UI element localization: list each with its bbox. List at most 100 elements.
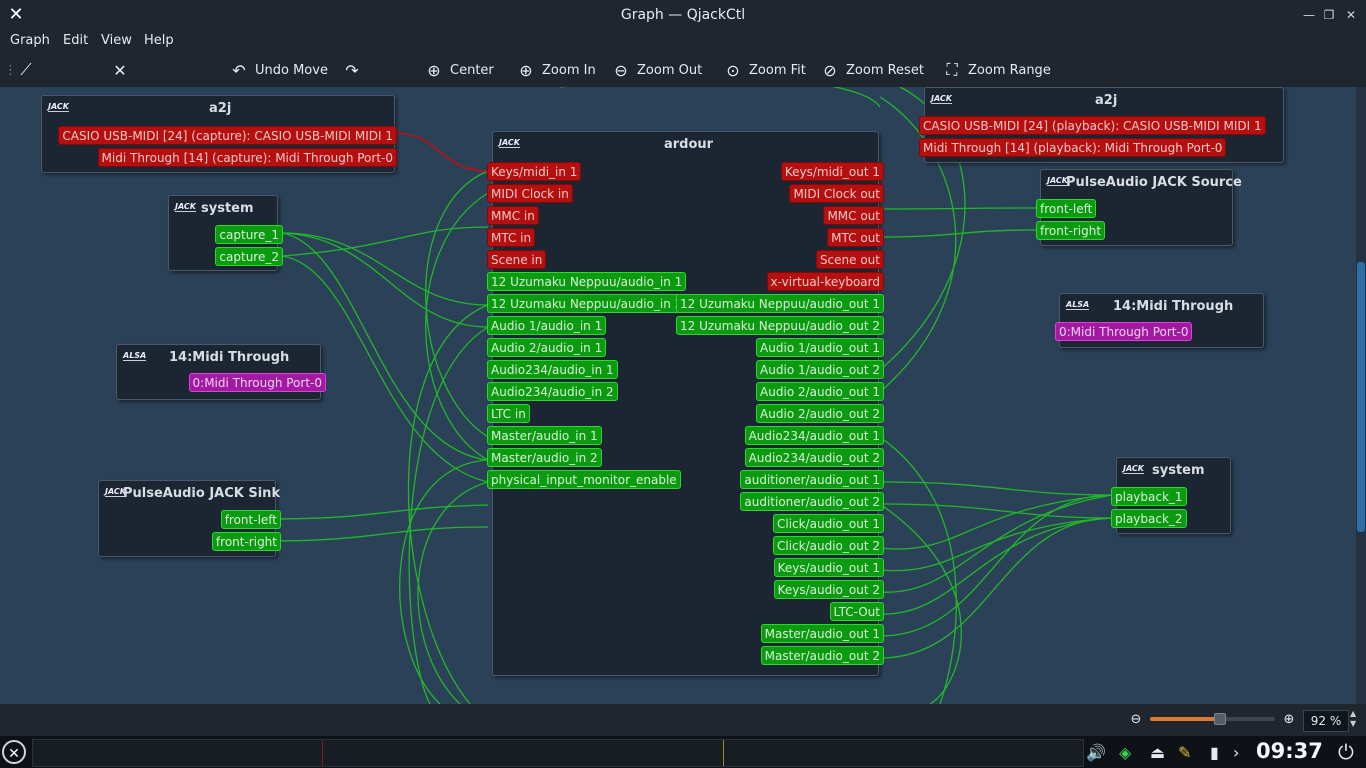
ardour-port-out[interactable]: Audio 1/audio_out 1 xyxy=(756,338,884,357)
node-alsa-midi-through-right[interactable]: ALSA 14:Midi Through 0:Midi Through Port-… xyxy=(1055,293,1264,348)
volume-icon[interactable]: 🔊 xyxy=(1086,743,1106,762)
port-in[interactable]: playback_2 xyxy=(1111,509,1187,528)
ardour-port-in[interactable]: Master/audio_in 1 xyxy=(487,426,602,445)
ardour-port-out[interactable]: Audio234/audio_out 2 xyxy=(744,448,884,467)
node-system-playback[interactable]: JACK system playback_1 playback_2 xyxy=(1111,457,1231,534)
node-title: a2j xyxy=(209,101,232,116)
zoom-in-icon[interactable]: ⊕ xyxy=(1280,712,1298,730)
port-out[interactable]: front-left xyxy=(220,510,281,529)
port-in[interactable]: front-right xyxy=(1036,221,1106,240)
port-out[interactable]: capture_2 xyxy=(215,247,283,266)
node-pulseaudio-sink[interactable]: JACK PulseAudio JACK Sink front-left fron… xyxy=(98,480,281,557)
close-icon[interactable]: ✕ xyxy=(1342,6,1360,24)
ardour-port-out[interactable]: MTC out xyxy=(827,228,884,247)
port-out[interactable]: capture_1 xyxy=(215,225,283,244)
ardour-port-in[interactable]: Audio234/audio_in 2 xyxy=(487,382,618,401)
ardour-port-out[interactable]: Keys/midi_out 1 xyxy=(780,162,884,181)
ardour-port-in[interactable]: 12 Uzumaku Neppuu/audio_in 1 xyxy=(487,272,687,291)
port-in[interactable]: 0:Midi Through Port-0 xyxy=(1055,322,1193,341)
ardour-port-out[interactable]: Scene out xyxy=(815,250,884,269)
package-icon[interactable]: ◈ xyxy=(1119,743,1131,762)
zoom-slider[interactable] xyxy=(1150,713,1275,725)
zoom-out-icon[interactable]: ⊖ xyxy=(1127,712,1145,730)
ardour-port-out[interactable]: auditioner/audio_out 2 xyxy=(740,492,884,511)
ardour-port-in[interactable]: Audio 2/audio_in 1 xyxy=(487,338,607,357)
port-in[interactable]: CASIO USB-MIDI [24] (playback): CASIO US… xyxy=(919,116,1266,135)
ardour-port-out[interactable]: MMC out xyxy=(823,206,884,225)
ardour-port-in[interactable]: Audio 1/audio_in 1 xyxy=(487,316,607,335)
menu-help[interactable]: Help xyxy=(144,33,174,48)
ardour-port-in[interactable]: MMC in xyxy=(487,206,539,225)
zoom-slider-handle[interactable] xyxy=(1213,713,1226,725)
ardour-port-out[interactable]: MIDI Clock out xyxy=(789,184,884,203)
chevron-right-icon[interactable]: › xyxy=(1233,743,1239,762)
menu-graph[interactable]: Graph xyxy=(10,33,50,48)
eject-icon[interactable]: ⏏ xyxy=(1150,743,1165,762)
pen-icon[interactable]: ✎ xyxy=(1178,743,1191,762)
start-menu-icon[interactable]: ✕ xyxy=(2,740,26,764)
port-in[interactable]: playback_1 xyxy=(1111,487,1187,506)
task-strip[interactable] xyxy=(32,739,1084,767)
ardour-port-out[interactable]: Master/audio_out 2 xyxy=(760,646,884,665)
signal-icon[interactable]: ▮ xyxy=(1210,743,1219,762)
ardour-port-out[interactable]: Keys/audio_out 2 xyxy=(773,580,884,599)
ardour-port-out[interactable]: Master/audio_out 1 xyxy=(760,624,884,643)
wire xyxy=(879,494,1113,637)
ardour-port-in[interactable]: Master/audio_in 2 xyxy=(487,448,602,467)
ardour-port-out[interactable]: Keys/audio_out 1 xyxy=(773,558,884,577)
ardour-port-out[interactable]: x-virtual-keyboard xyxy=(766,272,884,291)
spin-arrows-icon[interactable]: ▲ ▼ xyxy=(1350,709,1356,729)
menu-edit[interactable]: Edit xyxy=(63,33,88,48)
ardour-port-in[interactable]: Audio234/audio_in 1 xyxy=(487,360,618,379)
ardour-port-out[interactable]: auditioner/audio_out 1 xyxy=(740,470,884,489)
node-system-capture[interactable]: JACK system capture_1 capture_2 xyxy=(168,195,283,271)
scrollbar-thumb[interactable] xyxy=(1357,262,1365,532)
ardour-port-out[interactable]: Audio 2/audio_out 1 xyxy=(756,382,884,401)
node-a2j-capture[interactable]: JACK a2j CASIO USB-MIDI [24] (capture): C… xyxy=(41,95,397,173)
node-ardour[interactable]: JACK ardour Keys/midi_in 1 MIDI Clock in MM… xyxy=(487,131,884,676)
ardour-port-out[interactable]: Audio234/audio_out 1 xyxy=(744,426,884,445)
vertical-scrollbar[interactable] xyxy=(1356,87,1366,704)
ardour-port-out[interactable]: LTC-Out xyxy=(829,602,884,621)
ardour-port-in[interactable]: LTC in xyxy=(487,404,530,423)
node-pulseaudio-source[interactable]: JACK PulseAudio JACK Source front-left fr… xyxy=(1036,169,1242,246)
ardour-port-in[interactable]: MTC in xyxy=(487,228,536,247)
zoom-fit-button[interactable]: ⊙ Zoom Fit xyxy=(723,58,806,82)
ardour-port-in[interactable]: 12 Uzumaku Neppuu/audio_in 2 xyxy=(487,294,687,313)
ardour-port-in[interactable]: physical_input_monitor_enable xyxy=(487,470,681,489)
node-alsa-midi-through[interactable]: ALSA 14:Midi Through 0:Midi Through Port-… xyxy=(116,344,326,400)
port-out[interactable]: CASIO USB-MIDI [24] (capture): CASIO USB… xyxy=(58,126,397,145)
undo-button[interactable]: ↶ Undo Move xyxy=(229,58,328,82)
port-out[interactable]: 0:Midi Through Port-0 xyxy=(188,373,326,392)
ardour-port-out[interactable]: Click/audio_out 2 xyxy=(773,536,884,555)
ardour-port-in[interactable]: Scene in xyxy=(487,250,547,269)
zoom-reset-button[interactable]: ⊘ Zoom Reset xyxy=(820,58,924,82)
menu-view[interactable]: View xyxy=(101,33,132,48)
ardour-port-in[interactable]: MIDI Clock in xyxy=(487,184,573,203)
zoom-percent-spinbox[interactable]: 92 % xyxy=(1303,710,1349,732)
zoom-fit-icon: ⊙ xyxy=(726,60,740,80)
port-out[interactable]: Midi Through [14] (capture): Midi Throug… xyxy=(97,148,397,167)
ardour-port-out[interactable]: 12 Uzumaku Neppuu/audio_out 2 xyxy=(675,316,884,335)
ardour-port-out[interactable]: Audio 2/audio_out 2 xyxy=(756,404,884,423)
port-out[interactable]: front-right xyxy=(211,532,281,551)
ardour-port-out[interactable]: 12 Uzumaku Neppuu/audio_out 1 xyxy=(675,294,884,313)
ardour-port-out[interactable]: Click/audio_out 1 xyxy=(773,514,884,533)
node-a2j-playback[interactable]: JACK a2j CASIO USB-MIDI [24] (playback): … xyxy=(919,87,1284,163)
graph-canvas[interactable]: JACK a2j CASIO USB-MIDI [24] (capture): C… xyxy=(0,87,1356,704)
clock[interactable]: 09:37 xyxy=(1256,739,1323,763)
maximize-icon[interactable]: ❐ xyxy=(1320,6,1338,24)
port-in[interactable]: front-left xyxy=(1036,199,1097,218)
port-in[interactable]: Midi Through [14] (playback): Midi Throu… xyxy=(919,138,1227,157)
zoom-in-button[interactable]: ⊕ Zoom In xyxy=(516,58,595,82)
ardour-port-out[interactable]: Audio 1/audio_out 2 xyxy=(756,360,884,379)
disconnect-button[interactable]: ✕ xyxy=(110,58,130,82)
center-button[interactable]: ⊕ Center xyxy=(424,58,493,82)
redo-button[interactable]: ↷ xyxy=(342,58,362,82)
power-icon[interactable]: ⏻ xyxy=(1338,740,1354,764)
connect-button[interactable]: ⟋ xyxy=(16,58,36,82)
zoom-range-button[interactable]: ⛶ Zoom Range xyxy=(942,58,1050,82)
ardour-port-in[interactable]: Keys/midi_in 1 xyxy=(487,162,582,181)
minimize-icon[interactable]: — xyxy=(1300,6,1318,24)
zoom-out-button[interactable]: ⊖ Zoom Out xyxy=(611,58,702,82)
